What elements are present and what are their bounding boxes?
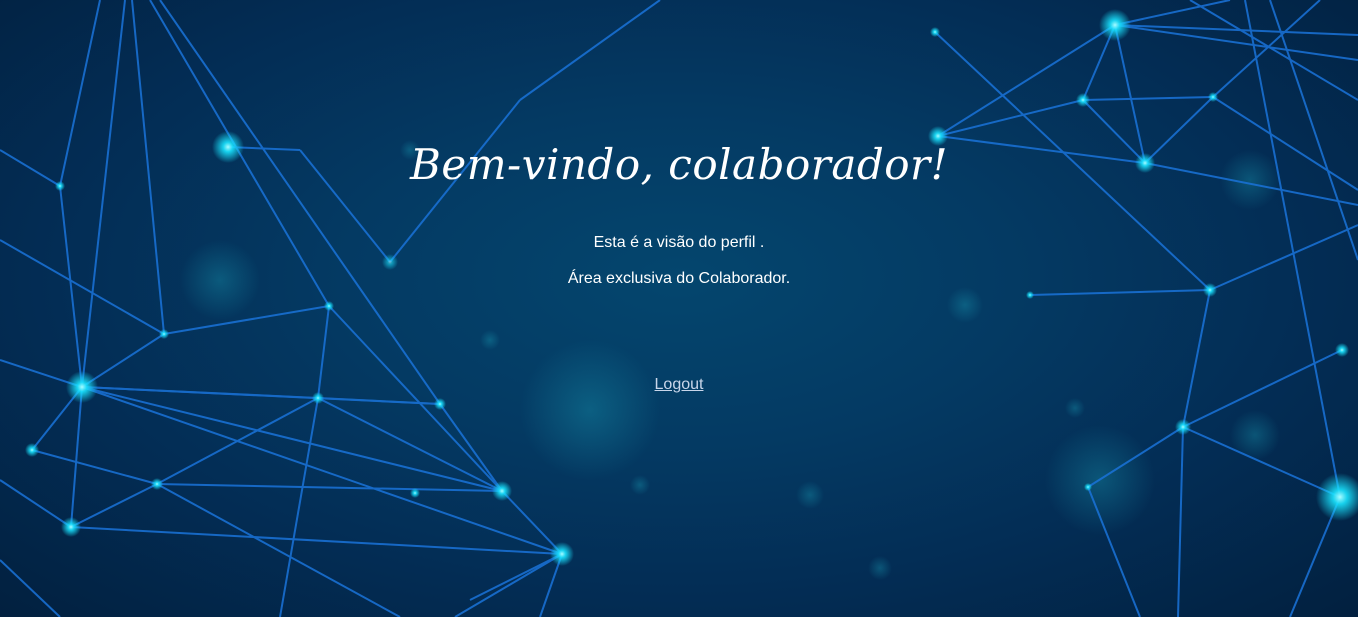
- exclusive-area-text: Área exclusiva do Colaborador.: [567, 270, 791, 287]
- welcome-panel: Bem-vindo, colaborador! Esta é a visão d…: [0, 0, 1358, 617]
- logout-container: Logout: [0, 376, 1358, 394]
- profile-view-text: Esta é a visão do perfil .: [593, 234, 765, 251]
- logout-link[interactable]: Logout: [655, 376, 704, 393]
- page-title: Bem-vindo, colaborador!: [409, 140, 949, 189]
